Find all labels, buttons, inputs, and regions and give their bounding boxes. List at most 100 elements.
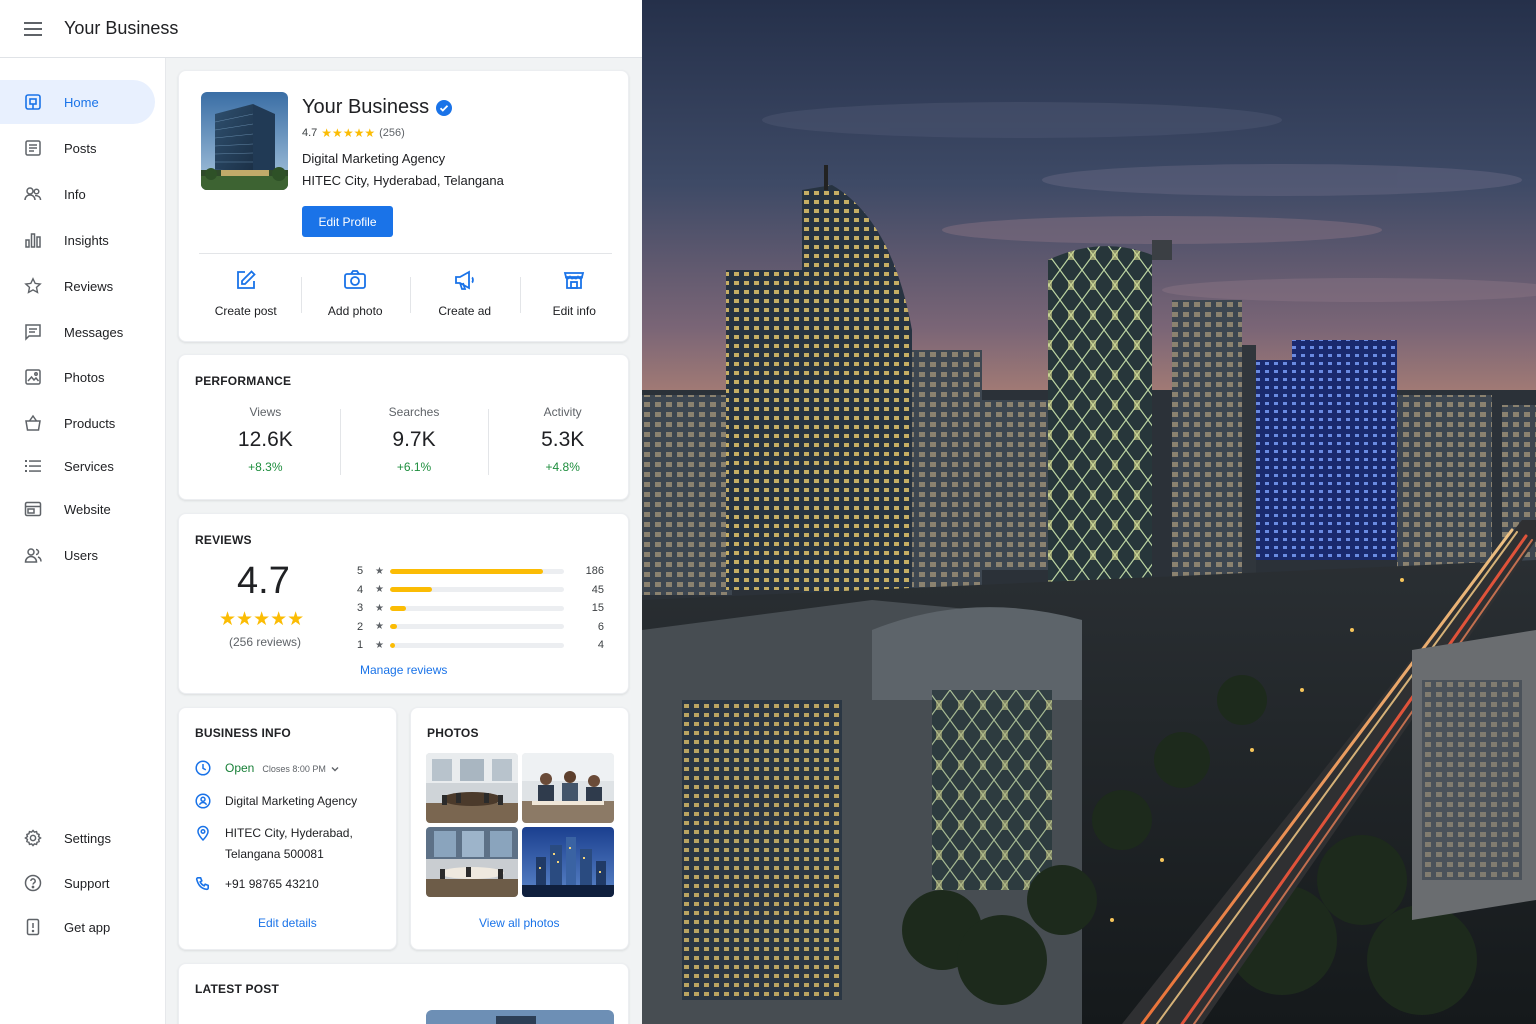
metric-change: +8.3%: [248, 460, 283, 474]
rating-bar: [390, 568, 564, 574]
app-title: Your Business: [64, 18, 179, 38]
metric-label: Activity: [543, 405, 582, 419]
storefront-icon: [563, 267, 585, 293]
photo-thumbnail[interactable]: [426, 753, 518, 823]
edit-profile-button[interactable]: Edit Profile: [302, 206, 393, 237]
manage-reviews-link[interactable]: Manage reviews: [360, 663, 447, 677]
sidebar-item-services[interactable]: Services: [0, 444, 155, 488]
sidebar-item-label: Services: [64, 458, 114, 474]
star-number: 2: [357, 620, 364, 633]
create-ad-button[interactable]: Create ad: [410, 265, 520, 321]
sidebar-item-website[interactable]: Website: [0, 487, 155, 531]
sidebar-item-settings[interactable]: Settings: [0, 816, 155, 860]
rating-bar: [390, 624, 564, 630]
city-skyline-image: [642, 0, 1536, 1024]
messages-icon: [23, 322, 43, 342]
main-content: Your Business 4.7 ★★★★★ (256) Digital Ma…: [166, 58, 642, 1024]
users-icon: [23, 545, 43, 565]
verified-icon: [436, 99, 453, 116]
sidebar-item-home[interactable]: Home: [0, 80, 155, 124]
star-number: 4: [357, 583, 364, 596]
star-number: 3: [357, 602, 364, 615]
star-icon: ★: [375, 602, 384, 614]
rating-bar-fill: [390, 568, 544, 574]
address-line-1: HITEC City, Hyderabad,: [225, 826, 353, 840]
business-name: Your Business: [302, 96, 453, 119]
photo-thumbnail[interactable]: [522, 827, 614, 897]
sidebar-item-label: Website: [64, 501, 111, 517]
rating-breakdown: 5 ★ 186 4 ★ 45 3 ★ 15 2 ★ 6 1 ★ 4: [357, 562, 604, 655]
sidebar-item-support[interactable]: Support: [0, 861, 155, 905]
phone-row[interactable]: +91 98765 43210: [195, 876, 319, 895]
category-row: Digital Marketing Agency: [195, 793, 357, 812]
sidebar-item-label: Support: [64, 875, 110, 891]
rating-row: 2 ★ 6: [357, 618, 604, 637]
create-post-button[interactable]: Create post: [191, 265, 301, 321]
business-name-text: Your Business: [302, 96, 430, 118]
phone-call-icon: [195, 876, 211, 892]
sidebar-item-label: Reviews: [64, 278, 114, 294]
business-category: Digital Marketing Agency: [302, 151, 446, 166]
menu-icon[interactable]: [22, 18, 44, 40]
phone-icon: [23, 917, 43, 937]
home-icon: [23, 92, 43, 112]
sidebar-item-users[interactable]: Users: [0, 533, 155, 577]
rating-bar-fill: [390, 605, 406, 611]
rating-stars: ★★★★★: [321, 126, 376, 140]
sidebar-item-label: Settings: [64, 830, 111, 846]
chevron-down-icon[interactable]: [330, 764, 340, 774]
star-icon: ★: [375, 584, 384, 596]
photos-icon: [23, 367, 43, 387]
view-all-photos-link[interactable]: View all photos: [479, 916, 560, 930]
photo-grid: [426, 753, 614, 897]
rating-count: (256): [379, 127, 405, 139]
clock-icon: [195, 760, 211, 776]
edit-info-button[interactable]: Edit info: [519, 265, 630, 321]
sidebar-item-reviews[interactable]: Reviews: [0, 264, 155, 308]
address-row: HITEC City, Hyderabad, Telangana 500081: [195, 825, 353, 865]
sidebar-item-info[interactable]: Info: [0, 172, 155, 216]
address-line-2: Telangana 500081: [225, 847, 324, 861]
sidebar-item-messages[interactable]: Messages: [0, 310, 155, 354]
business-info-title: BUSINESS INFO: [195, 726, 291, 740]
sidebar-item-label: Users: [64, 547, 98, 563]
info-icon: [23, 184, 43, 204]
metric-activity[interactable]: Activity 5.3K +4.8%: [488, 405, 637, 475]
photo-thumbnail[interactable]: [522, 753, 614, 823]
business-address: HITEC City, Hyderabad, Telangana: [302, 173, 504, 188]
photo-thumbnail[interactable]: [426, 827, 518, 897]
add-photo-button[interactable]: Add photo: [300, 265, 411, 321]
sidebar-item-photos[interactable]: Photos: [0, 355, 155, 399]
rating-count: 45: [591, 583, 604, 596]
latest-post-card: LATEST POST: [178, 963, 629, 1024]
rating-count: 6: [597, 620, 604, 633]
sidebar: Home Posts Info Insights Reviews Message…: [0, 58, 166, 1024]
closing-time: Closes 8:00 PM: [262, 764, 326, 774]
rating-count: 15: [591, 602, 604, 615]
metric-searches[interactable]: Searches 9.7K +6.1%: [339, 405, 489, 475]
star-number: 5: [357, 565, 364, 578]
megaphone-icon: [453, 267, 477, 293]
edit-details-link[interactable]: Edit details: [258, 916, 317, 930]
sidebar-item-products[interactable]: Products: [0, 401, 155, 445]
business-photo[interactable]: [201, 92, 288, 190]
hours-row[interactable]: Open Closes 8:00 PM: [195, 760, 340, 780]
business-info-card: BUSINESS INFO Open Closes 8:00 PM Digital…: [178, 707, 397, 950]
sidebar-item-insights[interactable]: Insights: [0, 218, 155, 262]
sidebar-item-posts[interactable]: Posts: [0, 126, 155, 170]
latest-post-image[interactable]: [426, 1010, 614, 1024]
sidebar-item-label: Info: [64, 186, 86, 202]
performance-title: PERFORMANCE: [195, 374, 292, 388]
rating-bar-fill: [390, 587, 432, 593]
rating-bar: [390, 587, 564, 593]
profile-card: Your Business 4.7 ★★★★★ (256) Digital Ma…: [178, 70, 629, 342]
sidebar-item-label: Get app: [64, 919, 111, 935]
photos-card: PHOTOS View all photos: [410, 707, 629, 950]
sidebar-item-get-app[interactable]: Get app: [0, 905, 155, 949]
top-bar: Your Business: [0, 0, 642, 58]
metric-value: 5.3K: [541, 428, 585, 451]
metric-views[interactable]: Views 12.6K +8.3%: [191, 405, 340, 474]
camera-icon: [343, 267, 367, 293]
rating-bar-fill: [390, 642, 396, 648]
business-app: Your Business Home Posts Info Insights R…: [0, 0, 642, 1024]
